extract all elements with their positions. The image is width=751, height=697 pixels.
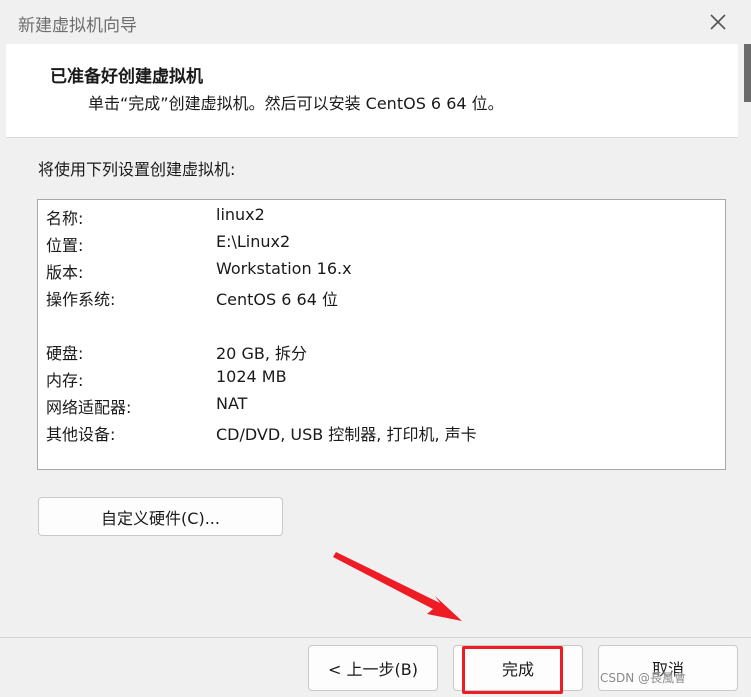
settings-label: 将使用下列设置创建虚拟机: — [38, 160, 236, 179]
summary-label-os: 操作系统: — [46, 290, 116, 309]
summary-label-memory: 内存: — [46, 371, 84, 390]
summary-value-location: E:\Linux2 — [216, 232, 291, 251]
window-title: 新建虚拟机向导 — [18, 16, 137, 36]
scrollbar-thumb[interactable] — [744, 44, 751, 102]
summary-value-os: CentOS 6 64 位 — [216, 290, 338, 309]
summary-label-version: 版本: — [46, 263, 84, 282]
customize-hardware-button[interactable]: 自定义硬件(C)... — [38, 497, 283, 536]
summary-value-disk: 20 GB, 拆分 — [216, 344, 307, 363]
watermark: CSDN @長風會 — [600, 671, 687, 685]
summary-value-network: NAT — [216, 394, 248, 413]
summary-value-version: Workstation 16.x — [216, 259, 352, 278]
close-icon — [710, 14, 726, 30]
back-button[interactable]: < 上一步(B) — [308, 645, 438, 691]
summary-label-network: 网络适配器: — [46, 398, 132, 417]
summary-value-devices: CD/DVD, USB 控制器, 打印机, 声卡 — [216, 425, 477, 444]
title-bar: 新建虚拟机向导 — [0, 0, 751, 44]
summary-label-disk: 硬盘: — [46, 344, 84, 363]
page-subtitle: 单击“完成”创建虚拟机。然后可以安装 CentOS 6 64 位。 — [88, 94, 504, 113]
summary-label-name: 名称: — [46, 209, 84, 228]
summary-label-location: 位置: — [46, 236, 84, 255]
footer-divider — [0, 637, 751, 638]
summary-value-memory: 1024 MB — [216, 367, 287, 386]
page-title: 已准备好创建虚拟机 — [50, 67, 203, 87]
finish-button[interactable]: 完成 — [453, 645, 583, 691]
close-button[interactable] — [700, 6, 736, 38]
header-divider — [6, 137, 738, 138]
summary-value-name: linux2 — [216, 205, 265, 224]
summary-label-devices: 其他设备: — [46, 425, 116, 444]
